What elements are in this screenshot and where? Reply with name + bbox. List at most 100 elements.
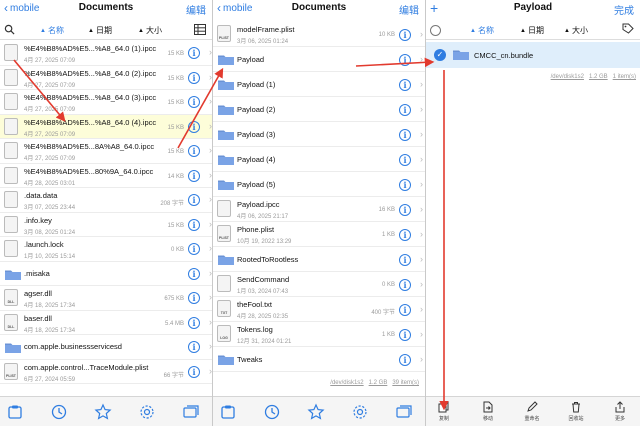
trash-button[interactable]: 回收站 [560, 401, 592, 422]
search-icon[interactable] [4, 24, 15, 35]
info-icon[interactable]: i [188, 218, 200, 231]
back-button[interactable]: ‹ mobile [4, 2, 39, 14]
file-row[interactable]: SendCommand 1月 03, 2024 07:43 0 KB i › [213, 272, 425, 297]
info-icon[interactable]: i [399, 79, 411, 91]
folder-row[interactable]: Payload (3) i › [213, 122, 425, 147]
disk-label[interactable]: /dev/disk1s2 [330, 380, 363, 386]
info-icon[interactable]: i [399, 129, 411, 141]
select-all-circle-icon[interactable] [430, 25, 441, 36]
sort-arrow-icon: ▲ [470, 27, 476, 34]
info-icon[interactable]: i [399, 304, 411, 316]
sort-by-name[interactable]: ▲ 名称 [40, 25, 64, 36]
info-icon[interactable]: i [188, 341, 200, 353]
sort-by-size[interactable]: ▲ 大小 [138, 25, 162, 36]
folder-row[interactable]: Payload (4) i › [213, 147, 425, 172]
info-icon[interactable]: i [188, 47, 200, 59]
file-row[interactable]: Payload.ipcc 4月 06, 2025 21:17 16 KB i › [213, 197, 425, 222]
add-button[interactable]: + [430, 0, 438, 16]
file-row[interactable]: %E4%B8%AD%E5...%A8_64.0 (3).ipcc 4月 27, 2… [0, 90, 212, 115]
edit-button[interactable]: 编辑 [399, 2, 419, 17]
file-row[interactable]: %E4%B8%AD%E5...%A8_64.0 (1).ipcc 4月 27, 2… [0, 41, 212, 66]
info-icon[interactable]: i [399, 29, 411, 41]
item-count-label[interactable]: 39 item(s) [392, 380, 419, 386]
selected-folder-row[interactable]: ✓ CMCC_cn.bundle [426, 42, 640, 68]
done-button[interactable]: 完成 [614, 2, 634, 17]
item-count-label[interactable]: 1 item(s) [613, 74, 636, 80]
sort-by-date[interactable]: ▲ 日期 [520, 25, 544, 36]
info-icon[interactable]: i [188, 71, 200, 84]
info-icon[interactable]: i [399, 279, 411, 291]
file-row[interactable]: LOG Tokens.log 12月 31, 2024 01:21 1 KB i › [213, 322, 425, 347]
folder-icon [218, 130, 234, 140]
file-row[interactable]: .info.key 3月 08, 2025 01:24 15 KB i › [0, 213, 212, 237]
folder-row[interactable]: RootedToRootless i › [213, 247, 425, 272]
checkmark-icon[interactable]: ✓ [434, 49, 446, 61]
info-icon[interactable]: i [188, 292, 200, 304]
folder-row[interactable]: Payload i › [213, 47, 425, 72]
file-row[interactable]: PLIST com.apple.control...TraceModule.pli… [0, 360, 212, 384]
tag-icon[interactable] [622, 23, 634, 35]
folder-row[interactable]: Tweaks i › [213, 347, 425, 372]
file-row[interactable]: DLL baser.dll 4月 18, 2025 17:34 5.4 MB i › [0, 311, 212, 335]
copy-button[interactable]: 复制 [428, 401, 460, 422]
file-icon [217, 275, 231, 292]
info-icon[interactable]: i [188, 145, 200, 157]
folder-row[interactable]: Payload (2) i › [213, 97, 425, 122]
info-icon[interactable]: i [399, 329, 411, 341]
tab-settings[interactable] [138, 403, 156, 421]
file-row[interactable]: .data.data 3月 07, 2025 23:44 208 字节 i › [0, 188, 212, 213]
info-icon[interactable]: i [188, 194, 200, 206]
file-row[interactable]: %E4%B8%AD%E5...%A8_64.0 (2).ipcc 4月 27, 2… [0, 66, 212, 90]
sort-by-size[interactable]: ▲ 大小 [564, 25, 588, 36]
tab-settings[interactable] [351, 403, 369, 421]
file-row[interactable]: %E4%B8%AD%E5...8A%A8_64.0.ipcc 4月 27, 202… [0, 139, 212, 164]
info-icon[interactable]: i [188, 316, 200, 329]
info-icon[interactable]: i [188, 365, 200, 378]
info-icon[interactable]: i [399, 204, 411, 216]
item-size: 208 字节 [160, 201, 184, 207]
free-space-label[interactable]: 1.2 GB [589, 74, 608, 80]
file-row[interactable]: PLIST Phone.plist 10月 19, 2022 13:29 1 KB i › [213, 222, 425, 247]
folder-row[interactable]: Payload (5) i › [213, 172, 425, 197]
info-icon[interactable]: i [188, 169, 200, 182]
free-space-label[interactable]: 1.2 GB [369, 380, 388, 386]
folder-row[interactable]: .misaka i › [0, 262, 212, 286]
more-button[interactable]: 更多 [604, 401, 636, 422]
tab-documents[interactable] [219, 403, 237, 421]
info-icon[interactable]: i [188, 267, 200, 280]
tab-recents[interactable] [263, 403, 281, 421]
tab-favorites[interactable] [94, 403, 112, 421]
info-icon[interactable]: i [399, 104, 411, 116]
disk-label[interactable]: /dev/disk1s2 [551, 74, 584, 80]
info-icon[interactable]: i [188, 243, 200, 255]
file-row[interactable]: .launch.lock 1月 10, 2025 15:14 0 KB i › [0, 237, 212, 262]
info-icon[interactable]: i [399, 254, 411, 266]
folder-row[interactable]: com.apple.businessservicesd i › [0, 335, 212, 360]
file-row[interactable]: TXT theFool.txt 4月 28, 2025 02:35 400 字节 i › [213, 297, 425, 322]
sort-by-name[interactable]: ▲ 名称 [470, 25, 494, 36]
folder-row[interactable]: Payload (1) i › [213, 72, 425, 97]
info-icon[interactable]: i [188, 120, 200, 133]
file-row[interactable]: %E4%B8%AD%E5...%A8_64.0 (4).ipcc 4月 27, 2… [0, 114, 212, 139]
file-row[interactable]: PLIST modelFrame.plist 3月 06, 2025 01:24 10… [213, 22, 425, 47]
file-row[interactable]: DLL agser.dll 4月 18, 2025 17:34 675 KB i › [0, 286, 212, 311]
tab-recents[interactable] [50, 403, 68, 421]
sort-by-date[interactable]: ▲ 日期 [88, 25, 112, 36]
info-icon[interactable]: i [399, 154, 411, 166]
view-mode-icon[interactable] [194, 24, 206, 35]
item-size: 10 KB [378, 32, 395, 38]
rename-button[interactable]: 重命名 [516, 401, 548, 422]
tab-windows[interactable] [395, 403, 413, 421]
tab-documents[interactable] [6, 403, 24, 421]
info-icon[interactable]: i [188, 96, 200, 108]
tab-windows[interactable] [182, 403, 200, 421]
info-icon[interactable]: i [399, 354, 411, 366]
move-button[interactable]: 移动 [472, 401, 504, 422]
info-icon[interactable]: i [399, 54, 411, 66]
info-icon[interactable]: i [399, 179, 411, 191]
back-button[interactable]: ‹ mobile [217, 2, 252, 14]
info-icon[interactable]: i [399, 229, 411, 241]
file-row[interactable]: %E4%B8%AD%E5...80%9A_64.0.ipcc 4月 28, 202… [0, 164, 212, 188]
edit-button[interactable]: 编辑 [186, 2, 206, 17]
tab-favorites[interactable] [307, 403, 325, 421]
